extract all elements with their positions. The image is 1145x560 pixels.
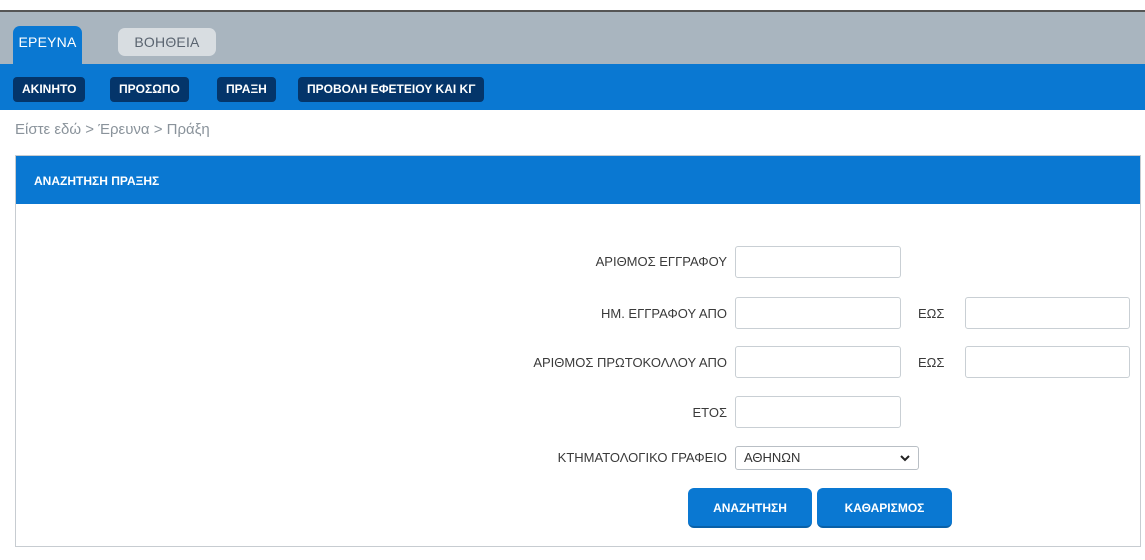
menu-item-appeal-view[interactable]: ΠΡΟΒΟΛΗ ΕΦΕΤΕΙΟΥ ΚΑΙ ΚΓ [298, 77, 485, 102]
tabs-bar: ΕΡΕΥΝΑ ΒΟΗΘΕΙΑ [0, 12, 1145, 64]
doc-number-label: ΑΡΙΘΜΟΣ ΕΓΓΡΑΦΟΥ [595, 254, 727, 269]
menu-item-person[interactable]: ΠΡΟΣΩΠΟ [110, 77, 189, 102]
protocol-to-label: ΕΩΣ [918, 355, 945, 370]
clear-button[interactable]: ΚΑΘΑΡΙΣΜΟΣ [817, 488, 952, 528]
protocol-from-input[interactable] [735, 346, 901, 378]
breadcrumb: Είστε εδώ > Έρευνα > Πράξη [15, 121, 210, 138]
menu-item-deed[interactable]: ΠΡΑΞΗ [217, 77, 276, 102]
doc-date-to-input[interactable] [965, 297, 1130, 329]
chevron-down-icon [900, 455, 910, 462]
search-deed-panel: ΑΝΑΖΗΤΗΣΗ ΠΡΑΞΗΣ ΑΡΙΘΜΟΣ ΕΓΓΡΑΦΟΥ ΗΜ. ΕΓ… [15, 155, 1141, 547]
menu-item-property[interactable]: ΑΚΙΝΗΤΟ [13, 77, 86, 102]
office-select[interactable]: ΑΘΗΝΩΝ [735, 446, 919, 470]
panel-title: ΑΝΑΖΗΤΗΣΗ ΠΡΑΞΗΣ [34, 174, 160, 188]
year-label: ΕΤΟΣ [692, 405, 727, 420]
tab-search[interactable]: ΕΡΕΥΝΑ [13, 26, 82, 64]
protocol-to-input[interactable] [965, 346, 1130, 378]
doc-date-from-label: ΗΜ. ΕΓΓΡΑΦΟΥ ΑΠΟ [600, 306, 727, 321]
doc-number-input[interactable] [735, 246, 901, 278]
office-label: ΚΤΗΜΑΤΟΛΟΓΙΚΟ ΓΡΑΦΕΙΟ [557, 450, 727, 465]
doc-date-to-label: ΕΩΣ [918, 306, 945, 321]
menu-bar: ΑΚΙΝΗΤΟ ΠΡΟΣΩΠΟ ΠΡΑΞΗ ΠΡΟΒΟΛΗ ΕΦΕΤΕΙΟΥ Κ… [0, 64, 1145, 110]
search-button[interactable]: ΑΝΑΖΗΤΗΣΗ [688, 488, 812, 528]
office-selected-value: ΑΘΗΝΩΝ [744, 450, 801, 465]
panel-header: ΑΝΑΖΗΤΗΣΗ ΠΡΑΞΗΣ [16, 156, 1140, 204]
doc-date-from-input[interactable] [735, 297, 901, 329]
year-input[interactable] [735, 396, 901, 428]
top-rule [0, 0, 1145, 12]
protocol-from-label: ΑΡΙΘΜΟΣ ΠΡΩΤΟΚΟΛΛΟΥ ΑΠΟ [533, 355, 727, 370]
tab-help[interactable]: ΒΟΗΘΕΙΑ [118, 28, 216, 56]
